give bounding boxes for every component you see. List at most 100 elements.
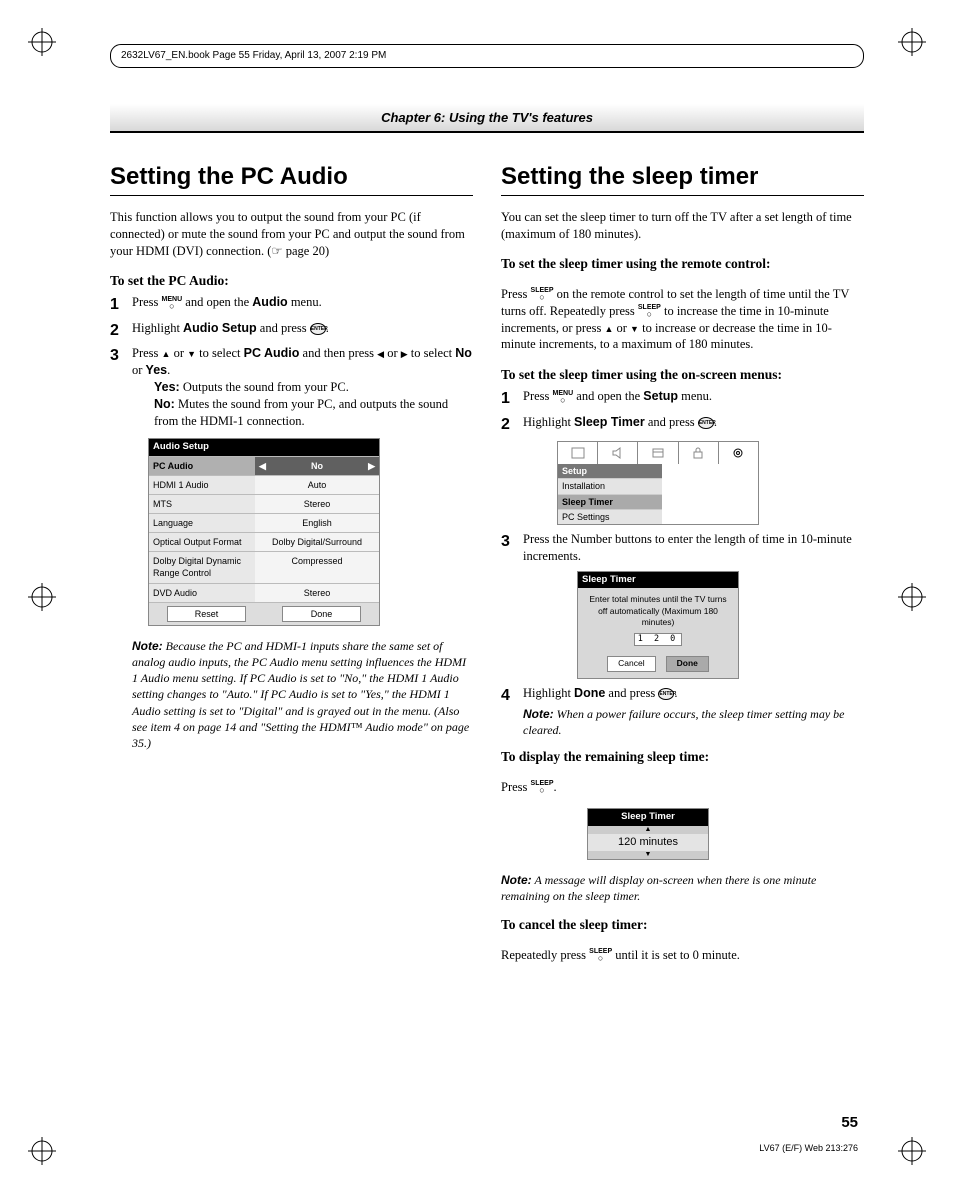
document-info: 2632LV67_EN.book Page 55 Friday, April 1… [110, 44, 864, 68]
tabs-row [558, 442, 758, 464]
osd-row-value: Dolby Digital/Surround [255, 533, 379, 551]
step-number: 2 [501, 414, 523, 436]
tab-lock-icon [679, 442, 719, 464]
label-no: No: [154, 397, 175, 411]
osd-row-label: Language [149, 514, 255, 532]
section-title-pc-audio: Setting the PC Audio [110, 161, 473, 196]
text: Repeatedly press [501, 948, 589, 962]
footer-code: LV67 (E/F) Web 213:276 [759, 1143, 858, 1153]
setup-blank [662, 464, 758, 524]
osd-row-label: DVD Audio [149, 584, 255, 602]
down-arrow-icon: ▼ [588, 851, 708, 859]
menu-item: Audio Setup [183, 321, 257, 335]
osd-row-label: MTS [149, 495, 255, 513]
text: or [132, 363, 146, 377]
tab-picture-icon [558, 442, 598, 464]
text: menu. [678, 389, 712, 403]
osd-row-value: Auto [255, 476, 379, 494]
sleep-button-icon: SLEEP [531, 287, 554, 300]
osd-row: Dolby Digital Dynamic Range ControlCompr… [149, 551, 379, 582]
text: Highlight [132, 321, 183, 335]
text: and press [605, 686, 658, 700]
registration-mark-icon [28, 28, 56, 56]
setup-item: Installation [558, 478, 662, 493]
osd-row: DVD AudioStereo [149, 583, 379, 602]
setup-item: PC Settings [558, 509, 662, 524]
tab-applications-icon [638, 442, 678, 464]
intro-paragraph: This function allows you to output the s… [110, 209, 473, 260]
osd-row-value: English [255, 514, 379, 532]
sleep-message: Enter total minutes until the TV turns o… [586, 594, 730, 628]
osd-row: MTSStereo [149, 494, 379, 513]
step-number: 1 [501, 388, 523, 410]
osd-sleep-display: Sleep Timer ▲ 120 minutes ▼ [587, 808, 709, 860]
content-columns: Setting the PC Audio This function allow… [110, 161, 864, 976]
text: and press [257, 321, 310, 335]
intro-paragraph: You can set the sleep timer to turn off … [501, 209, 864, 243]
text: to select [196, 346, 244, 360]
osd-row-label: PC Audio [149, 457, 255, 475]
sleep-buttons: Cancel Done [578, 652, 738, 677]
text: to select [408, 346, 456, 360]
osd-row-label: HDMI 1 Audio [149, 476, 255, 494]
done-label: Done [574, 686, 605, 700]
up-arrow-icon: ▲ [588, 826, 708, 834]
subhead-remote: To set the sleep timer using the remote … [501, 255, 864, 273]
osd-footer: Reset Done [149, 602, 379, 625]
text: or [384, 346, 401, 360]
osd-row-value: ◀No▶ [255, 457, 379, 475]
text: Press the Number buttons to enter the le… [523, 531, 864, 565]
note-paragraph: Note: A message will display on-screen w… [501, 872, 864, 904]
menu-name: Setup [643, 389, 678, 403]
steps-list: 1 Press MENU and open the Setup menu. 2 … [501, 388, 864, 435]
setup-item-selected: Sleep Timer [558, 494, 662, 509]
registration-mark-icon [28, 1137, 56, 1165]
text: and open the [182, 295, 252, 309]
cancel-button: Cancel [607, 656, 655, 671]
registration-mark-icon [898, 583, 926, 611]
osd-row-value: Stereo [255, 584, 379, 602]
osd-audio-setup: Audio Setup PC Audio ◀No▶ HDMI 1 AudioAu… [148, 438, 380, 626]
osd-title: Audio Setup [149, 439, 379, 456]
enter-button-icon: ENTER [310, 323, 326, 335]
option-yes: Yes [146, 363, 168, 377]
text: until it is set to 0 minute. [612, 948, 740, 962]
subhead-onscreen: To set the sleep timer using the on-scre… [501, 366, 864, 384]
text: and open the [573, 389, 643, 403]
menu-item: Sleep Timer [574, 415, 645, 429]
osd-row: PC Audio ◀No▶ [149, 456, 379, 475]
text: . [167, 363, 170, 377]
left-column: Setting the PC Audio This function allow… [110, 161, 473, 976]
text: Highlight [523, 686, 574, 700]
note-label: Note: [523, 707, 554, 721]
registration-mark-icon [28, 583, 56, 611]
steps-list-cont: 3 Press the Number buttons to enter the … [501, 531, 864, 565]
paragraph: Repeatedly press SLEEP until it is set t… [501, 947, 864, 964]
right-arrow-icon: ▶ [368, 460, 375, 472]
enter-button-icon: ENTER [698, 417, 714, 429]
sleep-button-icon: SLEEP [589, 948, 612, 961]
menu-button-icon: MENU [553, 390, 574, 403]
text: Highlight [523, 415, 574, 429]
osd-row-value: Compressed [255, 552, 379, 582]
down-arrow-icon: ▼ [630, 324, 639, 334]
text: Press [501, 287, 531, 301]
osd-row-value: Stereo [255, 495, 379, 513]
value-text: No [311, 460, 323, 472]
steps-list: 1 Press MENU and open the Audio menu. 2 … [110, 294, 473, 430]
page-number: 55 [841, 1114, 858, 1131]
note-paragraph: Note: When a power failure occurs, the s… [523, 706, 864, 738]
tab-audio-icon [598, 442, 638, 464]
note-label: Note: [501, 873, 532, 887]
page: 2632LV67_EN.book Page 55 Friday, April 1… [0, 0, 954, 1193]
step-3: 3 Press ▲ or ▼ to select PC Audio and th… [110, 345, 473, 429]
chapter-header: Chapter 6: Using the TV's features [110, 104, 864, 133]
registration-mark-icon [898, 1137, 926, 1165]
right-column: Setting the sleep timer You can set the … [501, 161, 864, 976]
yes-no-explain: Yes: Outputs the sound from your PC. No:… [154, 379, 473, 430]
osd-sleep-timer-dialog: Sleep Timer Enter total minutes until th… [577, 571, 739, 679]
label-yes: Yes: [154, 380, 180, 394]
sleep-value-input: 1 2 0 [634, 633, 683, 646]
text: and press [645, 415, 698, 429]
osd-title: Sleep Timer [588, 809, 708, 826]
